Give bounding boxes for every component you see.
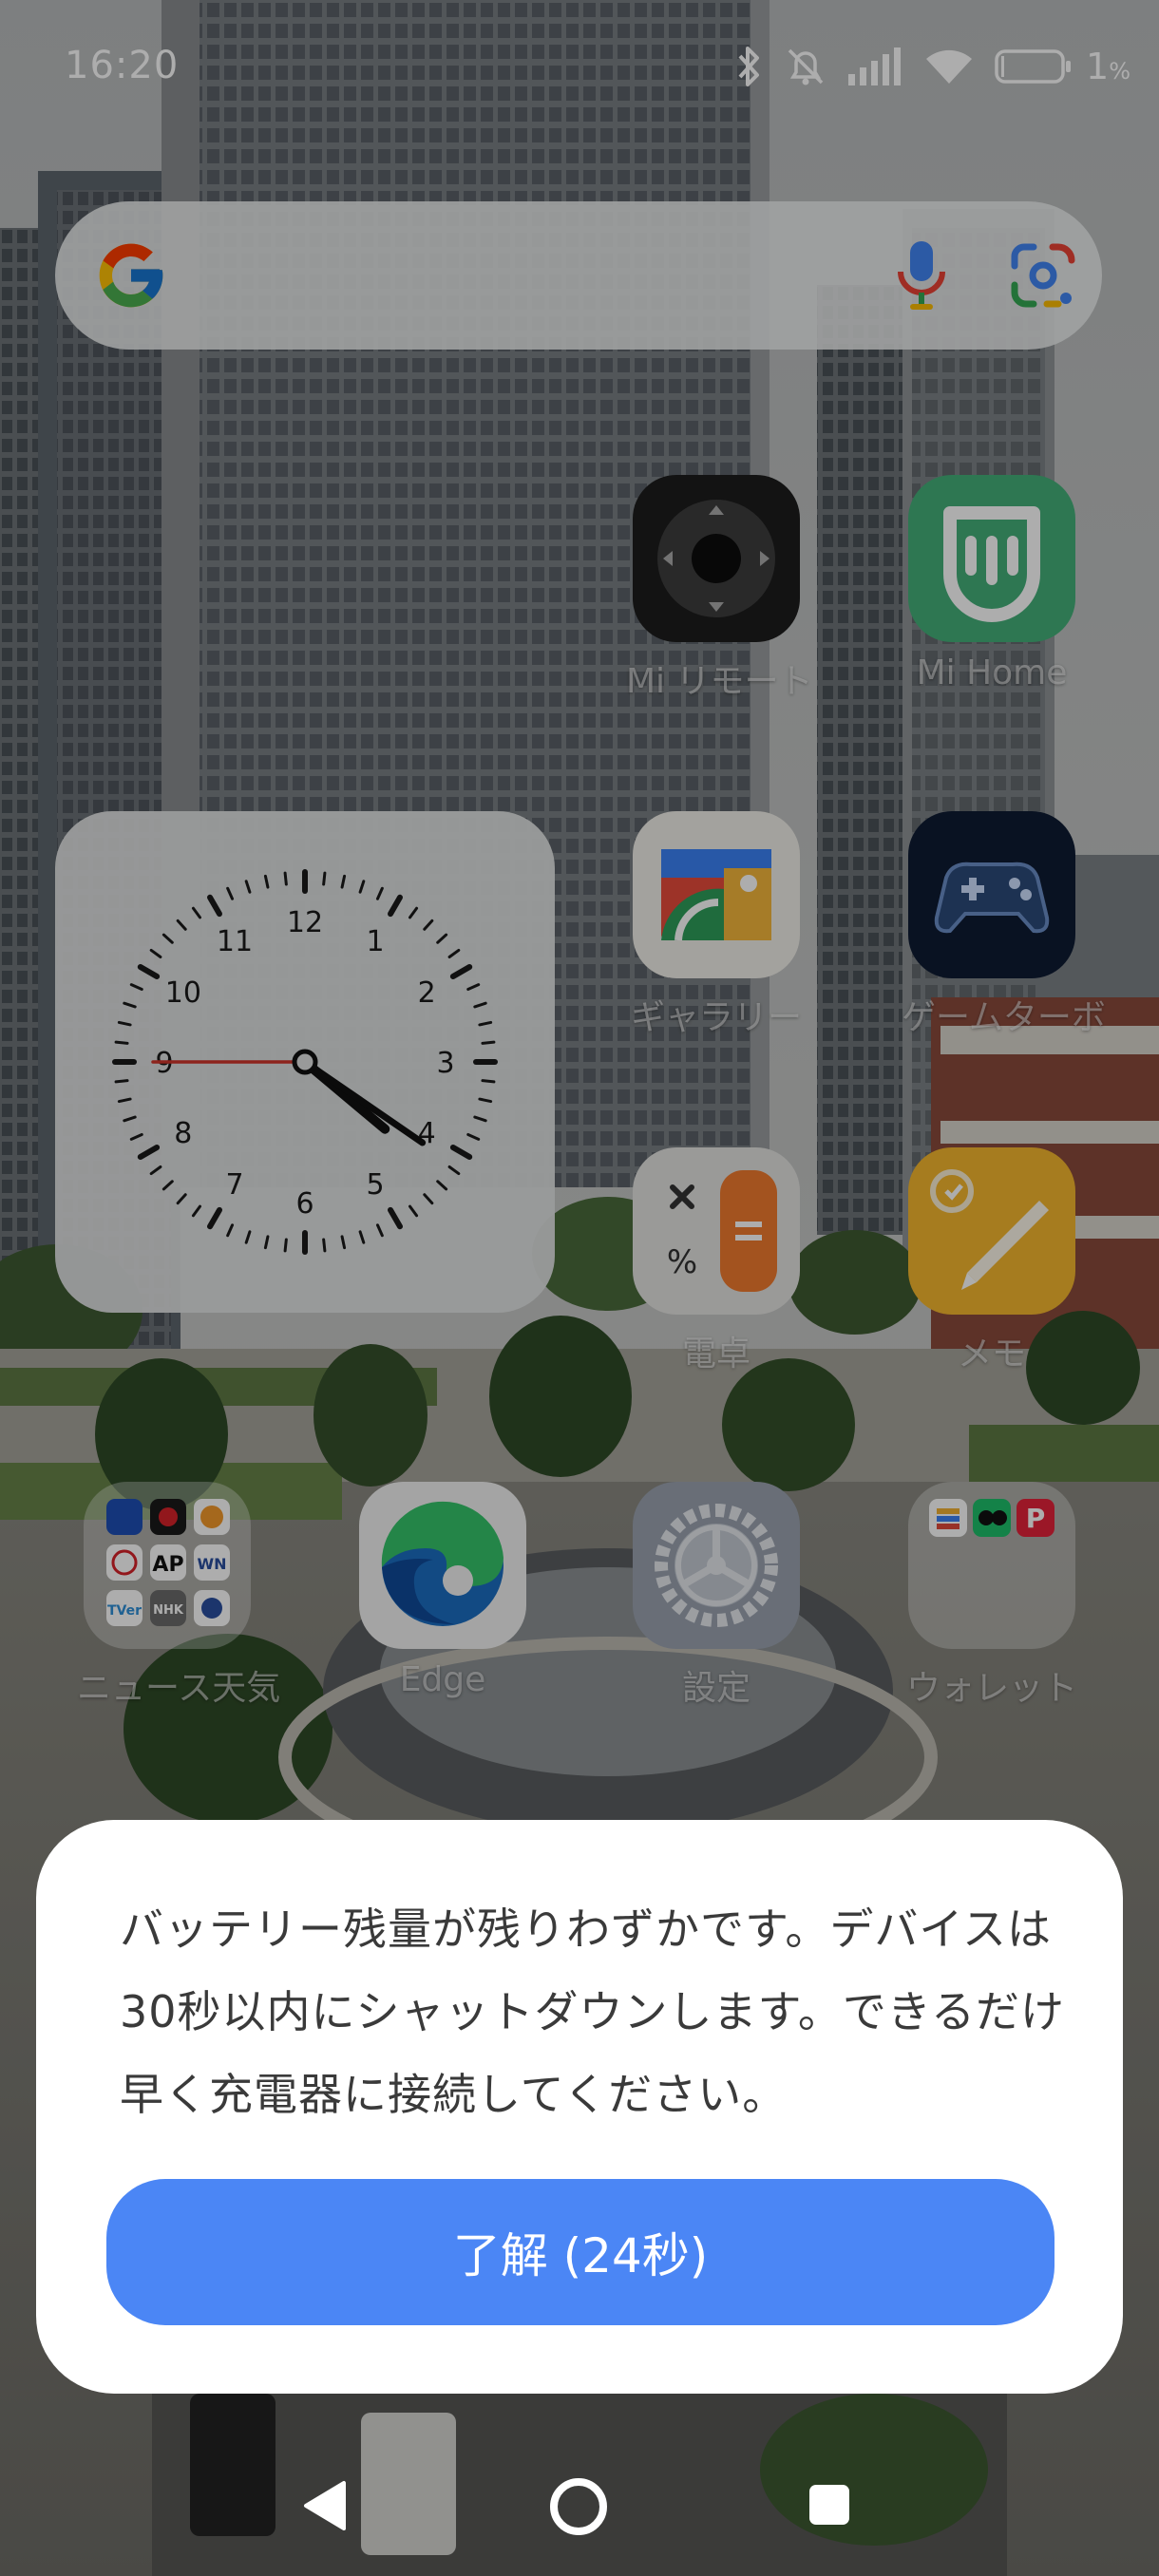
recents-icon[interactable]: [808, 2483, 851, 2530]
low-battery-dialog: バッテリー残量が残りわずかです。デバイスは30秒以内にシャットダウンします。でき…: [36, 1820, 1123, 2394]
back-icon[interactable]: [302, 2479, 348, 2536]
dialog-message: バッテリー残量が残りわずかです。デバイスは30秒以内にシャットダウンします。でき…: [120, 1904, 1066, 2120]
navigation-bar: [0, 2432, 1159, 2576]
home-icon[interactable]: [547, 2475, 610, 2542]
ok-button[interactable]: 了解 (24秒): [106, 2179, 1054, 2325]
